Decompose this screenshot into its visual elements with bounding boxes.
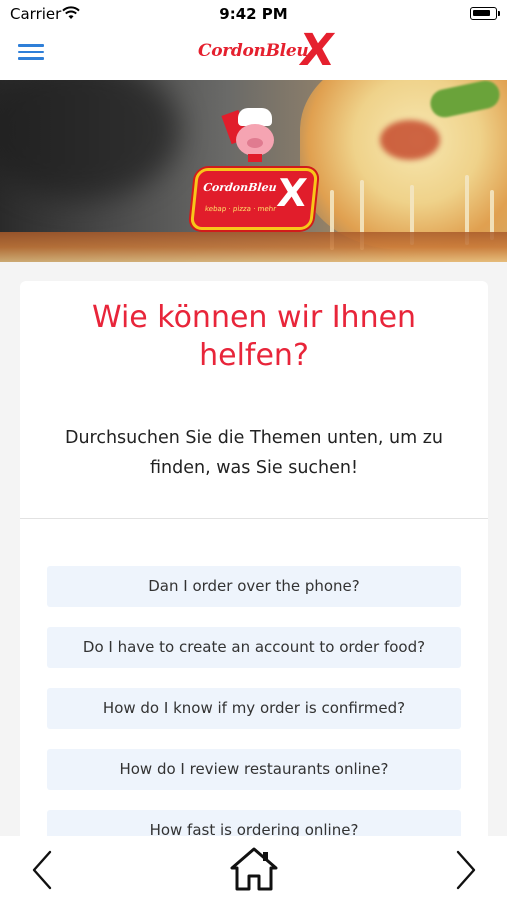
bottom-nav [0,836,507,900]
divider [20,518,488,519]
home-icon[interactable] [229,846,279,892]
hero-logo-badge: CordonBleu X kebap · pizza · mehr [189,168,319,230]
page-subtitle: Durchsuchen Sie die Themen unten, um zu … [64,428,444,478]
chef-mascot-icon [232,108,278,166]
hamburger-icon[interactable] [18,40,46,64]
brand-word: CordonBleu [198,41,309,61]
chevron-right-icon[interactable] [450,850,480,890]
help-card: Wie können wir Ihnen helfen? Durchsuchen… [20,281,488,841]
faq-item[interactable]: How do I review restaurants online? [47,749,461,790]
faq-item[interactable]: Do I have to create an account to order … [47,627,461,668]
faq-item[interactable]: Dan I order over the phone? [47,566,461,607]
app-header: CordonBleu X [0,25,507,80]
badge-word: CordonBleu [202,181,278,194]
clock: 9:42 PM [219,5,288,23]
brand-logo: CordonBleu X [196,25,356,77]
page-title: Wie können wir Ihnen helfen? [91,300,417,373]
battery-icon [470,7,500,20]
faq-item[interactable]: How do I know if my order is confirmed? [47,688,461,729]
status-bar: Carrier 9:42 PM [0,0,507,26]
chevron-left-icon[interactable] [28,850,58,890]
badge-subline: kebap · pizza · mehr [204,205,277,213]
badge-x: X [275,171,309,215]
brand-x: X [296,25,338,76]
